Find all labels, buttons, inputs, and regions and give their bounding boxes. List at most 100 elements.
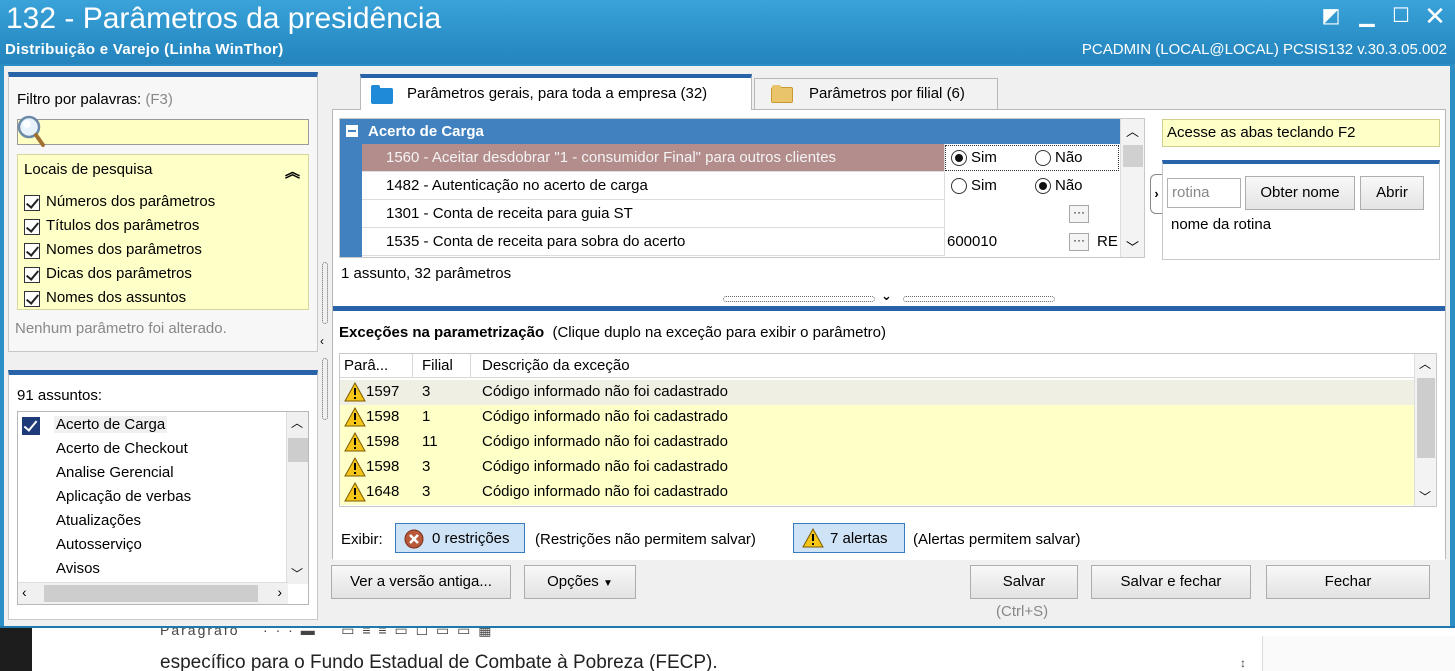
parameter-value[interactable]: 600010 ··· RE — [944, 228, 1120, 256]
warning-icon — [344, 457, 366, 477]
lookup-value: 600010 — [947, 233, 998, 250]
checkbox[interactable] — [24, 267, 40, 283]
subject-item[interactable]: Atualizações — [56, 512, 141, 529]
subjects-vertical-scrollbar[interactable]: ︿ ﹀ — [286, 412, 308, 584]
save-and-close-button[interactable]: Salvar e fechar — [1091, 565, 1251, 599]
col-filial[interactable]: Filial — [422, 357, 453, 374]
exception-row[interactable]: 1648 3 Código informado não foi cadastrado — [340, 480, 1415, 505]
save-button[interactable]: Salvar — [970, 565, 1078, 599]
subject-item[interactable]: Autosserviço — [56, 536, 142, 553]
parameter-row[interactable]: 1560 - Aceitar desdobrar "1 - consumidor… — [362, 144, 1120, 172]
tab-general-parameters[interactable]: Parâmetros gerais, para toda a empresa (… — [360, 74, 752, 110]
warning-icon — [344, 432, 366, 452]
group-title: Acerto de Carga — [368, 123, 484, 140]
maximize-icon[interactable]: ☐ — [1386, 4, 1416, 28]
restrictions-button[interactable]: 0 restrições — [395, 523, 525, 553]
exception-description: Código informado não foi cadastrado — [482, 433, 728, 450]
checkbox[interactable] — [24, 219, 40, 235]
parameter-value[interactable]: Sim Não — [944, 144, 1120, 172]
filter-panel: Filtro por palavras: (F3) Locais de pesq… — [8, 72, 318, 352]
routine-name: nome da rotina — [1171, 216, 1272, 233]
radio-yes[interactable] — [951, 150, 967, 166]
exception-row[interactable]: 1598 3 Código informado não foi cadastrado — [340, 455, 1415, 480]
grid-scroll-thumb[interactable] — [1123, 145, 1143, 167]
filter-search-input[interactable] — [17, 115, 309, 147]
radio-no[interactable] — [1035, 150, 1051, 166]
exceptions-panel: Exceções na parametrização (Clique duplo… — [333, 306, 1445, 560]
radio-no[interactable] — [1035, 178, 1051, 194]
radio-no-label: Não — [1055, 177, 1083, 194]
radio-yes[interactable] — [951, 178, 967, 194]
subjects-list: Acerto de Carga Acerto de Checkout Analise… — [17, 411, 309, 605]
subject-checkbox[interactable] — [22, 417, 40, 435]
search-location-option[interactable]: Títulos dos parâmetros — [46, 217, 199, 234]
tab-branch-parameters[interactable]: Parâmetros por filial (6) — [754, 78, 998, 110]
background-side-panel — [1262, 636, 1455, 671]
subject-item[interactable]: Acerto de Carga — [54, 416, 168, 433]
parameter-row[interactable]: 1482 - Autenticação no acerto de carga Si… — [362, 172, 1120, 200]
background-document: Parágrafo · · · ▬ ▔ ▭ ≡ ≡ ▭ ☐ ▭ ▭ ▦ espe… — [0, 626, 1455, 671]
collapse-chevron-icon[interactable]: ︽ — [285, 161, 300, 182]
parameter-title: 1535 - Conta de receita para sobra do ac… — [386, 233, 686, 250]
close-button[interactable]: Fechar — [1266, 565, 1430, 599]
minimize-icon[interactable]: ▁ — [1352, 4, 1382, 28]
exception-row[interactable]: 1598 1 Código informado não foi cadastrado — [340, 405, 1415, 430]
hscroll-thumb[interactable] — [44, 585, 258, 602]
scroll-down-icon[interactable]: ﹀ — [1126, 237, 1139, 256]
checkbox[interactable] — [24, 195, 40, 211]
col-description[interactable]: Descrição da exceção — [482, 357, 630, 374]
tip-box: Acesse as abas teclando F2 — [1162, 119, 1440, 147]
old-version-label: Ver a versão antiga... — [350, 573, 492, 590]
scroll-down-icon[interactable]: ﹀ — [1419, 488, 1431, 505]
subject-item[interactable]: Avisos — [56, 560, 100, 577]
get-name-button[interactable]: Obter nome — [1245, 176, 1355, 210]
scroll-thumb[interactable] — [288, 438, 308, 462]
collapse-left-icon[interactable]: ‹ — [320, 334, 324, 348]
col-param[interactable]: Parâ... — [344, 357, 388, 374]
options-button[interactable]: Opções ▼ — [524, 565, 636, 599]
checkbox[interactable] — [24, 243, 40, 259]
app-window: 132 - Parâmetros da presidência Distribu… — [0, 0, 1455, 628]
subject-item[interactable]: Acerto de Checkout — [56, 440, 188, 457]
search-location-option[interactable]: Nomes dos assuntos — [46, 289, 186, 306]
scroll-left-icon[interactable]: ‹ — [22, 584, 27, 600]
exceptions-vertical-scrollbar[interactable]: ︿ ﹀ — [1414, 354, 1436, 506]
subjects-horizontal-scrollbar[interactable]: ‹ › — [18, 582, 288, 604]
restore-icon[interactable]: ◩ — [1316, 4, 1346, 28]
exceptions-scroll-thumb[interactable] — [1417, 378, 1435, 458]
exception-row[interactable]: 1597 3 Código informado não foi cadastrado — [340, 380, 1415, 405]
scroll-up-icon[interactable]: ︿ — [1126, 121, 1139, 140]
checkbox[interactable] — [24, 291, 40, 307]
expand-side-icon[interactable]: › — [1150, 174, 1162, 214]
parameter-row[interactable]: 1535 - Conta de receita para sobra do ac… — [362, 228, 1120, 256]
search-location-option[interactable]: Dicas dos parâmetros — [46, 265, 192, 282]
subject-item[interactable]: Analise Gerencial — [56, 464, 174, 481]
collapse-down-icon[interactable]: ⌄ — [881, 288, 892, 304]
scroll-down-icon[interactable]: ﹀ — [291, 565, 303, 582]
scroll-right-icon[interactable]: › — [277, 584, 282, 600]
routine-placeholder: rotina — [1172, 184, 1210, 201]
scroll-up-icon[interactable]: ︿ — [291, 414, 303, 431]
horizontal-splitter[interactable]: ⌄ — [723, 288, 1057, 304]
alerts-button[interactable]: 7 alertas — [793, 523, 905, 553]
scroll-up-icon[interactable]: ︿ — [1419, 355, 1431, 372]
grid-vertical-scrollbar[interactable]: ︿ ﹀ — [1120, 119, 1144, 257]
parameter-row[interactable]: 1301 - Conta de receita para guia ST ··· — [362, 200, 1120, 228]
parameter-value[interactable]: ··· — [944, 200, 1120, 228]
parameter-value[interactable]: Sim Não — [944, 172, 1120, 200]
search-location-option[interactable]: Números dos parâmetros — [46, 193, 215, 210]
old-version-button[interactable]: Ver a versão antiga... — [331, 565, 511, 599]
lookup-button[interactable]: ··· — [1069, 233, 1089, 251]
subjects-panel: 91 assuntos: Acerto de Carga Acerto de Ch… — [8, 370, 318, 620]
exception-row[interactable]: 1598 11 Código informado não foi cadastrad… — [340, 430, 1415, 455]
group-header[interactable]: Acerto de Carga — [340, 119, 1120, 144]
close-icon[interactable]: ✕ — [1420, 3, 1450, 29]
search-location-option[interactable]: Nomes dos parâmetros — [46, 241, 202, 258]
collapse-group-icon[interactable] — [346, 125, 358, 137]
lookup-button[interactable]: ··· — [1069, 205, 1089, 223]
vertical-splitter[interactable]: ‹ — [320, 262, 330, 422]
subject-item[interactable]: Aplicação de verbas — [56, 488, 191, 505]
open-button[interactable]: Abrir — [1360, 176, 1424, 210]
tip-text: Acesse as abas teclando F2 — [1167, 124, 1356, 141]
routine-input[interactable]: rotina — [1167, 178, 1241, 208]
